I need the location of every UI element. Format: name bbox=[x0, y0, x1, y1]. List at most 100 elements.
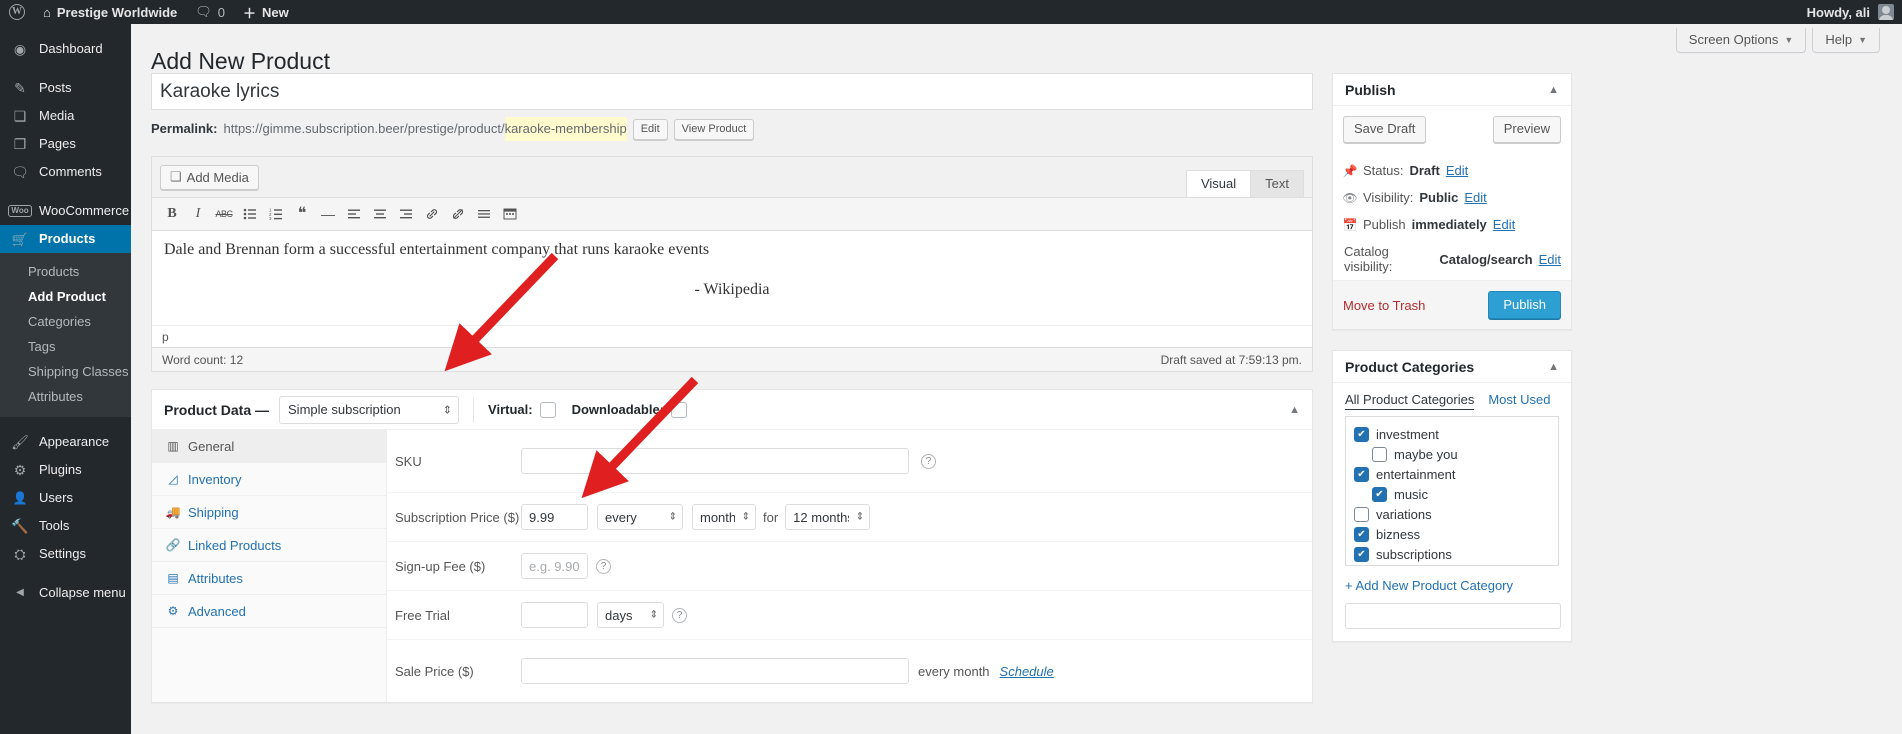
sale-price-input[interactable] bbox=[521, 658, 909, 684]
screen-options-tab[interactable]: Screen Options ▼ bbox=[1675, 28, 1807, 53]
insert-link-icon[interactable] bbox=[420, 202, 444, 226]
metabox-collapse-toggle[interactable]: ▲ bbox=[1289, 404, 1300, 416]
sidebar-item-settings[interactable]: Settings bbox=[0, 540, 131, 568]
sidebar-item-pages[interactable]: Pages bbox=[0, 130, 131, 158]
free-trial-input[interactable] bbox=[521, 602, 588, 628]
submenu-item-shipping-classes[interactable]: Shipping Classes bbox=[0, 359, 131, 384]
sidebar-item-appearance[interactable]: Appearance bbox=[0, 428, 131, 456]
product-tab-general[interactable]: ▥ General bbox=[152, 430, 386, 463]
strikethrough-icon[interactable]: ABC bbox=[212, 202, 236, 226]
read-more-icon[interactable] bbox=[472, 202, 496, 226]
category-checklist[interactable]: investment maybe you entertainment music bbox=[1345, 416, 1559, 566]
view-product-button[interactable]: View Product bbox=[673, 118, 755, 140]
submenu-item-add-product[interactable]: Add Product bbox=[0, 284, 131, 309]
schedule-sale-link[interactable]: Schedule bbox=[1000, 664, 1054, 679]
sidebar-item-comments[interactable]: Comments bbox=[0, 158, 131, 186]
edit-publish-date-link[interactable]: Edit bbox=[1493, 217, 1515, 232]
list-item[interactable]: investment bbox=[1354, 425, 1550, 445]
list-item[interactable]: entertainment bbox=[1354, 465, 1550, 485]
tab-visual[interactable]: Visual bbox=[1185, 170, 1252, 197]
product-title-input[interactable] bbox=[151, 73, 1313, 110]
align-center-icon[interactable] bbox=[368, 202, 392, 226]
edit-permalink-button[interactable]: Edit bbox=[632, 118, 668, 140]
new-category-input[interactable] bbox=[1345, 603, 1561, 629]
subscription-period-select[interactable]: month bbox=[692, 504, 756, 530]
category-checkbox[interactable] bbox=[1354, 527, 1369, 542]
subscription-interval-select[interactable]: every bbox=[597, 504, 683, 530]
remove-link-icon[interactable] bbox=[446, 202, 470, 226]
submenu-item-categories[interactable]: Categories bbox=[0, 309, 131, 334]
help-tip-icon[interactable]: ? bbox=[672, 607, 687, 623]
category-checkbox[interactable] bbox=[1354, 507, 1369, 522]
sidebar-item-media[interactable]: Media bbox=[0, 102, 131, 130]
product-type-select[interactable]: Simple subscription bbox=[279, 395, 460, 424]
comments-bubble-button[interactable]: 🗨 0 bbox=[186, 0, 234, 24]
wp-logo-button[interactable] bbox=[0, 0, 34, 24]
category-checkbox[interactable] bbox=[1354, 427, 1369, 442]
subscription-length-select[interactable]: 12 months bbox=[785, 504, 871, 530]
list-item[interactable]: subscriptions bbox=[1354, 545, 1550, 565]
add-new-product-category-link[interactable]: + Add New Product Category bbox=[1333, 566, 1571, 603]
help-tip-icon[interactable]: ? bbox=[596, 558, 611, 574]
move-to-trash-link[interactable]: Move to Trash bbox=[1343, 298, 1425, 313]
italic-icon[interactable]: I bbox=[186, 202, 210, 226]
help-tip-icon[interactable]: ? bbox=[921, 453, 936, 469]
numbered-list-icon[interactable]: 123 bbox=[264, 202, 288, 226]
submenu-item-tags[interactable]: Tags bbox=[0, 334, 131, 359]
bulleted-list-icon[interactable] bbox=[238, 202, 262, 226]
sidebar-item-collapse-menu[interactable]: Collapse menu bbox=[0, 579, 131, 607]
sku-input[interactable] bbox=[521, 448, 909, 474]
editor-content-body[interactable]: Dale and Brennan form a successful enter… bbox=[152, 231, 1312, 325]
list-item[interactable]: music bbox=[1354, 485, 1550, 505]
sidebar-item-woocommerce[interactable]: Woo WooCommerce bbox=[0, 197, 131, 225]
my-account-menu[interactable]: Howdy, ali bbox=[1807, 0, 1902, 24]
list-item[interactable]: bizness bbox=[1354, 525, 1550, 545]
align-right-icon[interactable] bbox=[394, 202, 418, 226]
blockquote-icon[interactable]: ❝ bbox=[290, 202, 314, 226]
list-item[interactable]: maybe you bbox=[1354, 445, 1550, 465]
downloadable-checkbox[interactable] bbox=[671, 401, 688, 418]
edit-status-link[interactable]: Edit bbox=[1446, 163, 1468, 178]
tab-text[interactable]: Text bbox=[1250, 170, 1304, 197]
align-left-icon[interactable] bbox=[342, 202, 366, 226]
inventory-icon: ◿ bbox=[168, 472, 178, 486]
sidebar-item-users[interactable]: Users bbox=[0, 484, 131, 512]
save-draft-button[interactable]: Save Draft bbox=[1343, 116, 1427, 143]
product-tab-advanced[interactable]: ⚙ Advanced bbox=[152, 595, 386, 628]
category-checkbox[interactable] bbox=[1372, 447, 1387, 462]
preview-button[interactable]: Preview bbox=[1492, 116, 1561, 143]
tab-all-product-categories[interactable]: All Product Categories bbox=[1345, 392, 1475, 410]
submenu-item-attributes[interactable]: Attributes bbox=[0, 384, 131, 409]
tab-most-used[interactable]: Most Used bbox=[1488, 392, 1550, 410]
metabox-collapse-toggle[interactable]: ▲ bbox=[1548, 361, 1559, 373]
add-media-button[interactable]: ❏ Add Media bbox=[160, 165, 259, 190]
bold-icon[interactable]: B bbox=[160, 202, 184, 226]
product-tab-linked-products[interactable]: 🔗 Linked Products bbox=[152, 529, 386, 562]
list-item[interactable]: variations bbox=[1354, 505, 1550, 525]
product-tab-shipping[interactable]: 🚚 Shipping bbox=[152, 496, 386, 529]
help-tab[interactable]: Help ▼ bbox=[1812, 28, 1880, 53]
site-name-menu[interactable]: ⌂ Prestige Worldwide bbox=[34, 0, 186, 24]
product-tab-attributes[interactable]: ▤ Attributes bbox=[152, 562, 386, 595]
product-tab-inventory[interactable]: ◿ Inventory bbox=[152, 463, 386, 496]
subscription-price-input[interactable] bbox=[521, 504, 588, 530]
sidebar-item-plugins[interactable]: Plugins bbox=[0, 456, 131, 484]
submenu-item-products[interactable]: Products bbox=[0, 259, 131, 284]
toolbar-toggle-icon[interactable] bbox=[498, 202, 522, 226]
sidebar-item-dashboard[interactable]: Dashboard bbox=[0, 35, 131, 63]
virtual-checkbox[interactable] bbox=[539, 401, 556, 418]
edit-visibility-link[interactable]: Edit bbox=[1464, 190, 1486, 205]
sidebar-item-posts[interactable]: Posts bbox=[0, 74, 131, 102]
horizontal-rule-icon[interactable]: — bbox=[316, 202, 340, 226]
sidebar-item-products[interactable]: Products bbox=[0, 225, 139, 253]
signup-fee-input[interactable] bbox=[521, 553, 588, 579]
edit-catalog-visibility-link[interactable]: Edit bbox=[1539, 252, 1561, 267]
category-checkbox[interactable] bbox=[1354, 467, 1369, 482]
publish-button[interactable]: Publish bbox=[1488, 291, 1561, 319]
sidebar-item-tools[interactable]: Tools bbox=[0, 512, 131, 540]
metabox-collapse-toggle[interactable]: ▲ bbox=[1548, 84, 1559, 96]
category-checkbox[interactable] bbox=[1372, 487, 1387, 502]
new-content-button[interactable]: ＋ New bbox=[234, 0, 298, 24]
category-checkbox[interactable] bbox=[1354, 547, 1369, 562]
trial-period-select[interactable]: days bbox=[597, 602, 664, 628]
